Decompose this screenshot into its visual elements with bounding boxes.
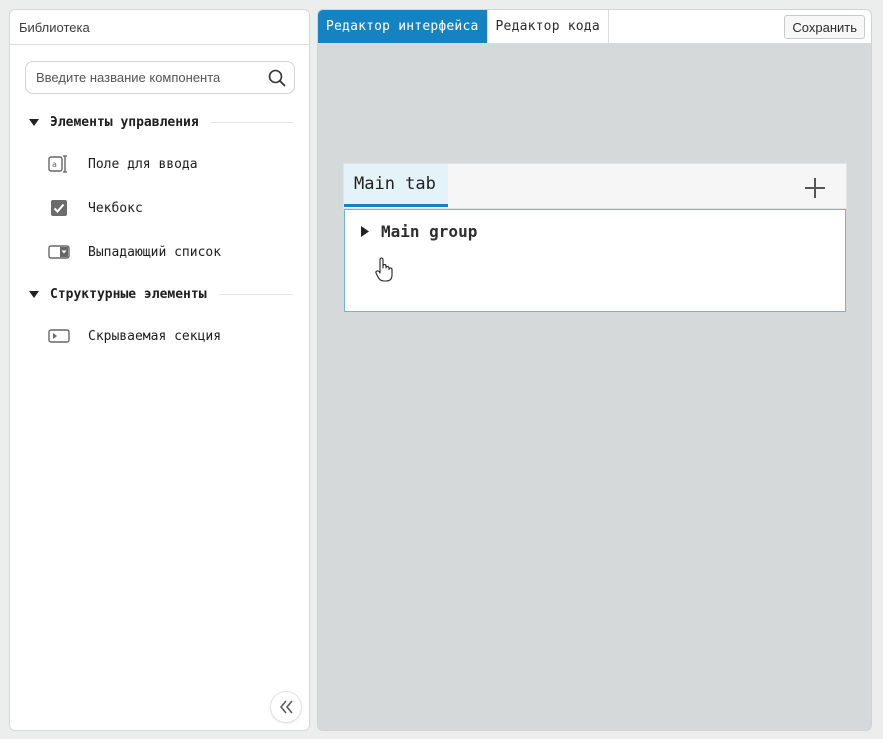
component-search-box[interactable] bbox=[25, 61, 295, 94]
editor-panel: Редактор интерфейса Редактор кода Сохран… bbox=[317, 9, 872, 731]
form-tab-bar: Main tab bbox=[343, 163, 847, 209]
svg-text:a: a bbox=[52, 160, 57, 169]
save-button[interactable]: Сохранить bbox=[784, 15, 865, 39]
library-panel: Библиотека Элементы управления a bbox=[9, 9, 310, 731]
divider bbox=[210, 121, 293, 123]
hand-pointer-icon bbox=[375, 257, 395, 283]
editor-tab-bar: Редактор интерфейса Редактор кода Сохран… bbox=[318, 10, 871, 44]
collapse-library-button[interactable] bbox=[270, 691, 302, 723]
dropdown-icon bbox=[47, 240, 71, 264]
text-input-icon: a bbox=[47, 152, 71, 176]
caret-down-icon bbox=[29, 118, 39, 126]
tab-ui-editor[interactable]: Редактор интерфейса bbox=[318, 10, 488, 43]
form-group-main[interactable]: Main group bbox=[361, 222, 477, 241]
caret-right-icon bbox=[361, 226, 371, 237]
group-label: Структурные элементы bbox=[50, 286, 207, 302]
form-tab-main[interactable]: Main tab bbox=[344, 164, 448, 207]
group-header-controls[interactable]: Элементы управления bbox=[10, 111, 309, 133]
group-header-structural[interactable]: Структурные элементы bbox=[10, 283, 309, 305]
library-title: Библиотека bbox=[19, 19, 90, 35]
plus-icon[interactable] bbox=[804, 177, 826, 199]
double-chevron-left-icon bbox=[278, 700, 294, 714]
group-label: Элементы управления bbox=[50, 114, 199, 130]
library-item-checkbox[interactable]: Чекбокс bbox=[10, 193, 309, 223]
form-group-label: Main group bbox=[381, 222, 478, 241]
library-item-text-input[interactable]: a Поле для ввода bbox=[10, 149, 309, 179]
library-item-label: Чекбокс bbox=[88, 200, 143, 216]
search-icon[interactable] bbox=[260, 62, 294, 93]
library-item-label: Поле для ввода bbox=[88, 156, 198, 172]
checkbox-icon bbox=[47, 196, 71, 220]
form-tab-content: Main group bbox=[344, 209, 846, 312]
library-header: Библиотека bbox=[10, 10, 309, 45]
caret-down-icon bbox=[29, 290, 39, 298]
divider bbox=[218, 293, 293, 295]
library-item-label: Скрываемая секция bbox=[88, 328, 222, 344]
library-item-dropdown[interactable]: Выпадающий список bbox=[10, 237, 309, 267]
library-item-label: Выпадающий список bbox=[88, 244, 222, 260]
collapsible-section-icon bbox=[47, 324, 71, 348]
component-search-input[interactable] bbox=[26, 62, 260, 93]
library-item-collapsible-section[interactable]: Скрываемая секция bbox=[10, 321, 309, 351]
tab-code-editor[interactable]: Редактор кода bbox=[488, 10, 609, 43]
